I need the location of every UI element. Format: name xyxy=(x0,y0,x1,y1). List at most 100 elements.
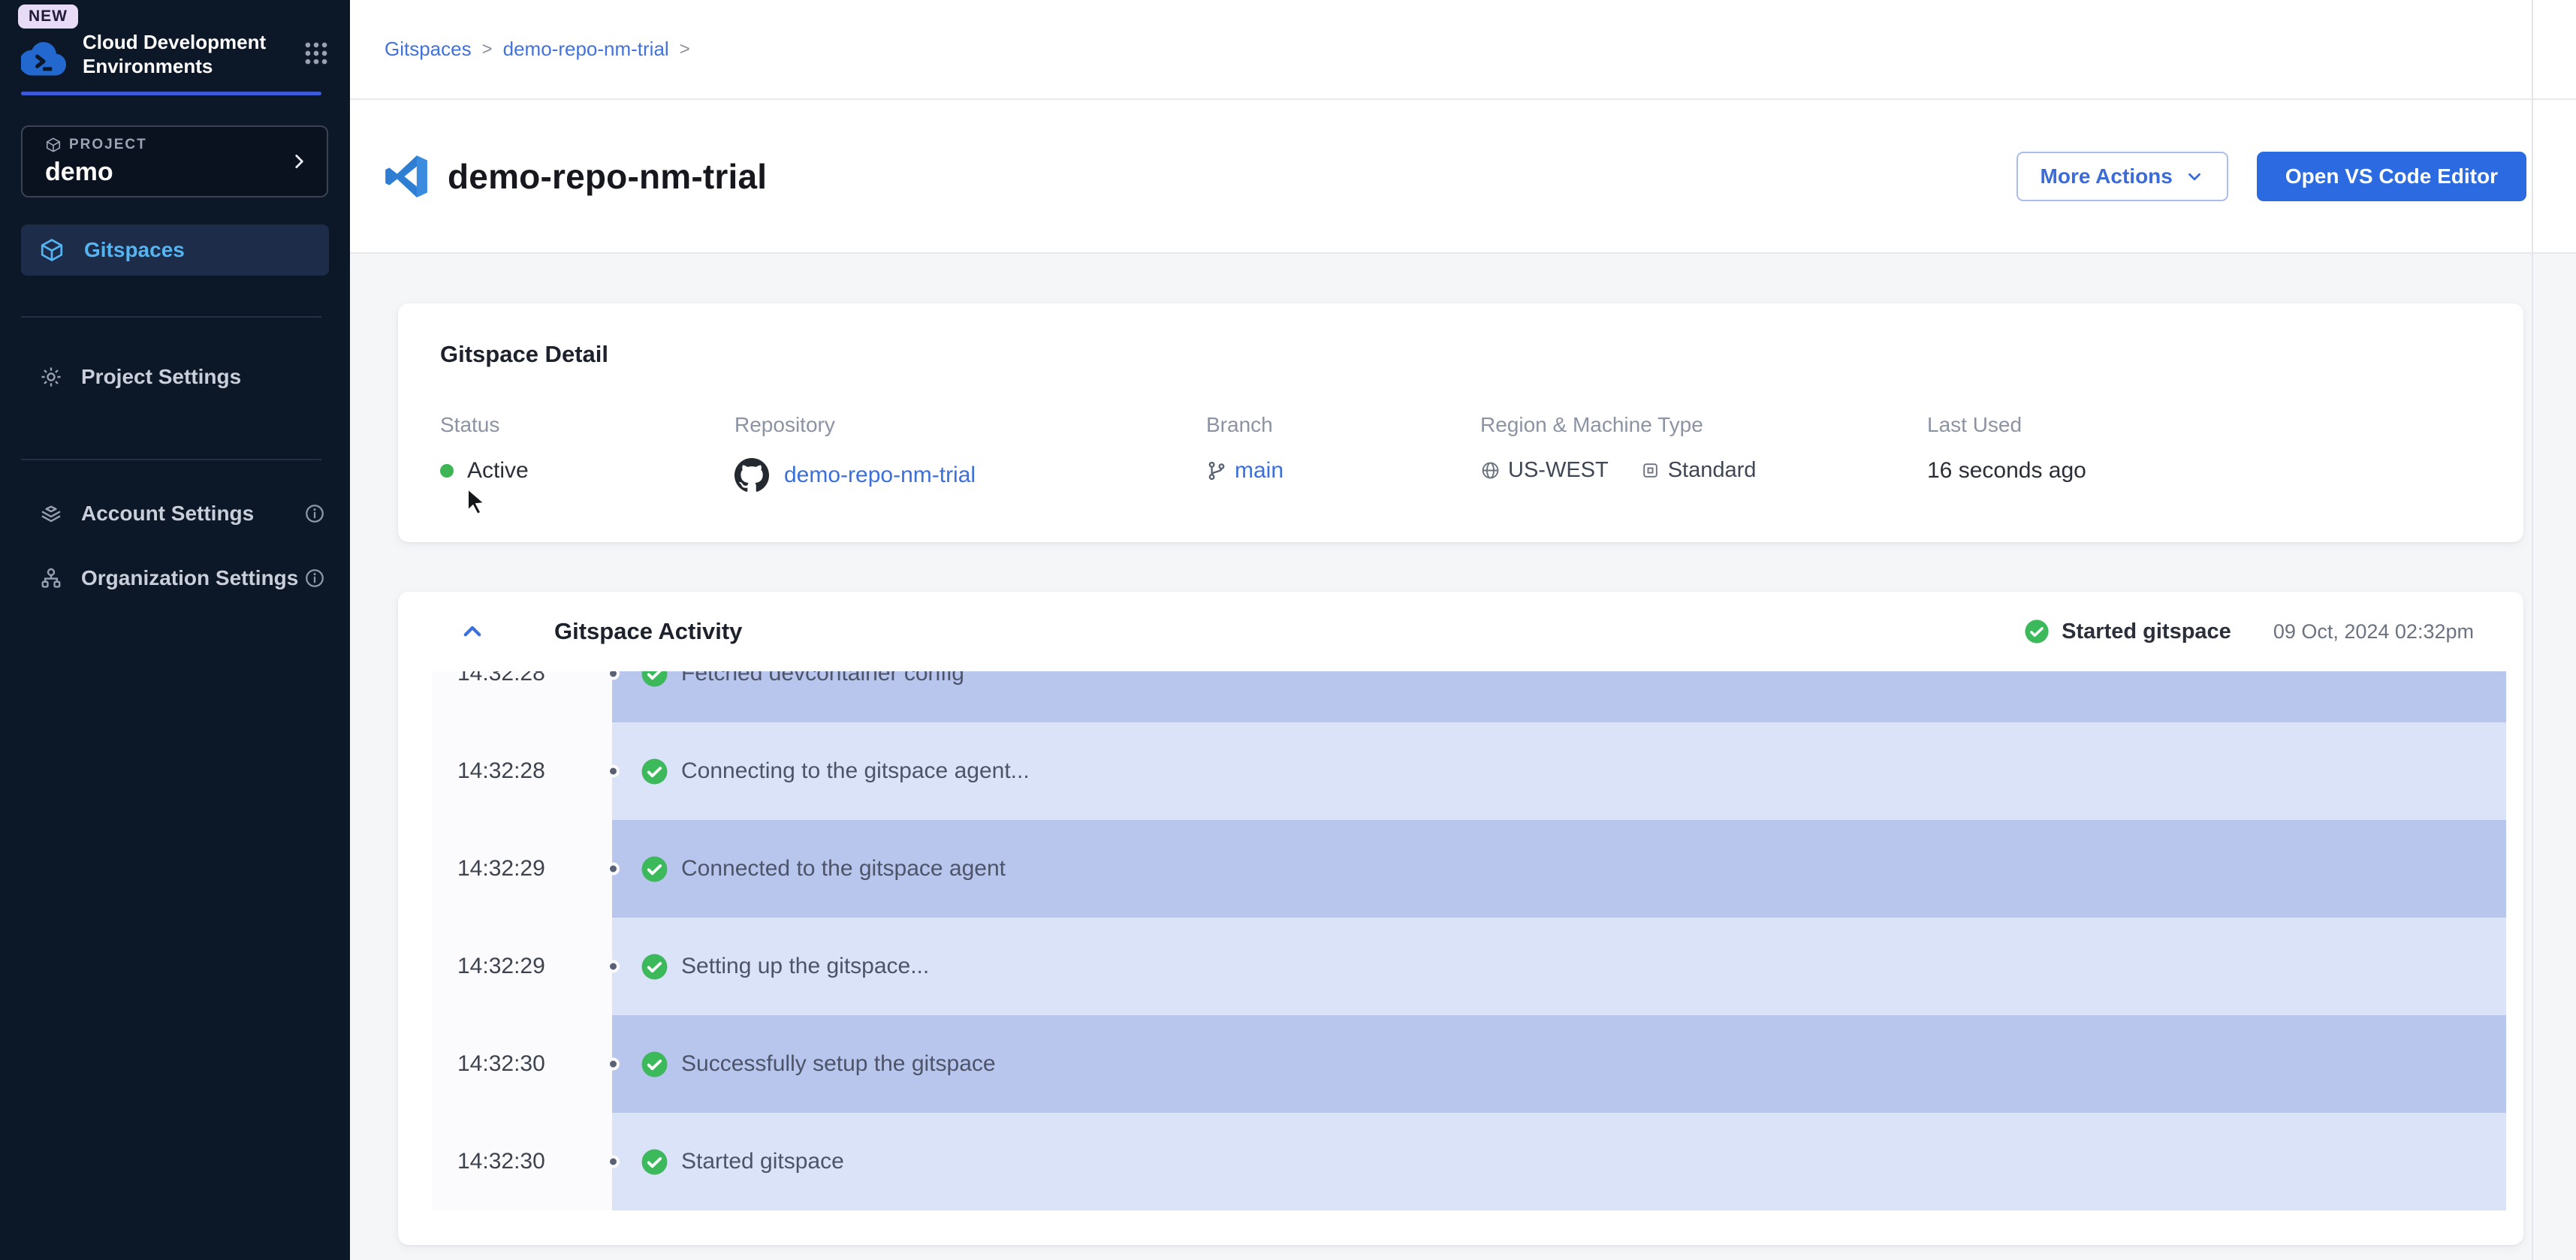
activity-log-row: 14:32:28 Connecting to the gitspace agen… xyxy=(432,722,2506,820)
branch-link[interactable]: main xyxy=(1235,458,1283,484)
more-actions-label: More Actions xyxy=(2041,164,2173,188)
log-timestamp: 14:32:29 xyxy=(432,856,545,882)
info-circle-icon[interactable] xyxy=(303,502,326,525)
breadcrumb-link-gitspace[interactable]: demo-repo-nm-trial xyxy=(503,38,669,61)
log-message: Fetched devcontainer config xyxy=(681,671,964,686)
field-label: Status xyxy=(440,413,734,437)
log-timestamp: 14:32:30 xyxy=(432,1051,545,1077)
sidebar-item-account-settings[interactable]: Account Settings xyxy=(0,481,350,546)
grid-apps-icon[interactable] xyxy=(302,39,330,68)
activity-status-label: Started gitspace xyxy=(2062,619,2231,644)
sidebar-divider xyxy=(21,316,321,318)
log-timestamp-gutter: 14:32:29 xyxy=(432,918,612,1015)
gitspace-detail-title: Gitspace Detail xyxy=(440,341,2481,368)
log-message-cell: Started gitspace xyxy=(612,1113,2506,1210)
sidebar-divider xyxy=(21,459,321,460)
log-message-cell: Setting up the gitspace... xyxy=(612,918,2506,1015)
check-circle-icon xyxy=(641,671,668,688)
sidebar: NEW Cloud Development Environments xyxy=(0,0,350,1260)
github-icon xyxy=(734,458,769,493)
info-circle-icon[interactable] xyxy=(303,567,326,589)
sidebar-item-gitspaces[interactable]: Gitspaces xyxy=(21,225,329,276)
activity-log-row: 14:32:28 Fetched devcontainer config xyxy=(432,671,2506,722)
field-last-used: Last Used 16 seconds ago xyxy=(1927,413,2086,493)
gear-icon xyxy=(39,365,63,389)
activity-log[interactable]: 14:32:28 Fetched devcontainer config xyxy=(432,671,2506,1214)
project-selector[interactable]: PROJECT demo xyxy=(21,125,328,197)
log-message-cell: Connected to the gitspace agent xyxy=(612,820,2506,918)
check-circle-icon xyxy=(641,758,668,785)
status-value: Active xyxy=(467,458,529,484)
log-timestamp: 14:32:29 xyxy=(432,954,545,979)
timeline-dot-icon xyxy=(607,863,620,876)
globe-icon xyxy=(1480,460,1501,481)
region-value: US-WEST xyxy=(1508,458,1609,483)
sidebar-item-label: Account Settings xyxy=(81,502,254,526)
sidebar-item-project-settings[interactable]: Project Settings xyxy=(0,336,350,418)
project-name: demo xyxy=(45,158,147,187)
gitspace-detail-fields: Status Active Repository demo-repo-n xyxy=(440,413,2481,493)
log-message: Connecting to the gitspace agent... xyxy=(681,758,1030,784)
log-timestamp: 14:32:28 xyxy=(432,758,545,784)
check-circle-icon xyxy=(641,953,668,981)
activity-log-row: 14:32:30 Started gitspace xyxy=(432,1113,2506,1210)
breadcrumb-separator: > xyxy=(680,39,690,60)
new-badge: NEW xyxy=(18,5,78,29)
activity-timestamp: 09 Oct, 2024 02:32pm xyxy=(2273,620,2474,644)
project-meta: PROJECT demo xyxy=(45,137,147,187)
sidebar-item-label: Organization Settings xyxy=(81,566,298,590)
cloud-development-environments-app: NEW Cloud Development Environments xyxy=(0,0,2576,1260)
log-timestamp-gutter: 14:32:28 xyxy=(432,722,612,820)
cube-icon xyxy=(45,137,62,153)
scrollbar-track-divider[interactable] xyxy=(2532,0,2533,1260)
status-green-dot xyxy=(440,464,454,478)
activity-status: Started gitspace 09 Oct, 2024 02:32pm xyxy=(2024,619,2474,644)
field-label: Branch xyxy=(1206,413,1480,437)
log-message-cell: Successfully setup the gitspace xyxy=(612,1015,2506,1113)
chevron-down-icon xyxy=(2185,167,2204,186)
gitspace-activity-card: Gitspace Activity Started gitspace 09 Oc… xyxy=(398,592,2523,1245)
breadcrumb-link-gitspaces[interactable]: Gitspaces xyxy=(385,38,472,61)
open-vscode-editor-button[interactable]: Open VS Code Editor xyxy=(2257,152,2526,201)
log-timestamp-gutter: 14:32:30 xyxy=(432,1113,612,1210)
check-circle-icon xyxy=(2024,619,2050,644)
breadcrumb: Gitspaces > demo-repo-nm-trial > xyxy=(385,38,690,61)
timeline-dot-icon xyxy=(607,765,620,778)
log-timestamp: 14:32:28 xyxy=(432,671,545,686)
check-circle-icon xyxy=(641,855,668,883)
log-message: Setting up the gitspace... xyxy=(681,954,929,979)
log-message: Successfully setup the gitspace xyxy=(681,1051,996,1077)
log-timestamp-gutter: 14:32:29 xyxy=(432,820,612,918)
cloud-terminal-logo-icon xyxy=(21,38,66,80)
activity-log-row: 14:32:30 Successfully setup the gitspace xyxy=(432,1015,2506,1113)
log-timestamp: 14:32:30 xyxy=(432,1149,545,1174)
repository-link[interactable]: demo-repo-nm-trial xyxy=(784,463,976,488)
check-circle-icon xyxy=(641,1148,668,1176)
chevron-up-icon[interactable] xyxy=(460,619,485,644)
activity-log-row: 14:32:29 Setting up the gitspace... xyxy=(432,918,2506,1015)
log-message-cell: Fetched devcontainer config xyxy=(612,671,2506,722)
more-actions-button[interactable]: More Actions xyxy=(2016,152,2228,201)
timeline-dot-icon xyxy=(607,960,620,973)
log-timestamp-gutter: 14:32:30 xyxy=(432,1015,612,1113)
last-used-value: 16 seconds ago xyxy=(1927,458,2086,484)
chip-icon xyxy=(1640,460,1661,481)
field-status: Status Active xyxy=(440,413,734,493)
chevron-right-icon xyxy=(289,152,309,171)
activity-title: Gitspace Activity xyxy=(554,618,742,645)
stack-gear-icon xyxy=(39,502,63,526)
git-branch-icon xyxy=(1206,460,1227,481)
vscode-icon xyxy=(385,155,428,198)
timeline-dot-icon xyxy=(607,1156,620,1168)
field-branch: Branch main xyxy=(1206,413,1480,493)
page-title: demo-repo-nm-trial xyxy=(448,156,767,197)
app-title: Cloud Development Environments xyxy=(83,30,272,80)
org-chart-icon xyxy=(39,566,63,590)
sidebar-item-organization-settings[interactable]: Organization Settings xyxy=(0,546,350,610)
main-panel: Gitspaces > demo-repo-nm-trial > demo-re… xyxy=(350,0,2576,1260)
activity-log-row: 14:32:29 Connected to the gitspace agent xyxy=(432,820,2506,918)
cube-icon xyxy=(39,237,65,263)
log-message: Started gitspace xyxy=(681,1149,844,1174)
log-timestamp-gutter: 14:32:28 xyxy=(432,671,612,722)
breadcrumb-separator: > xyxy=(482,39,493,60)
